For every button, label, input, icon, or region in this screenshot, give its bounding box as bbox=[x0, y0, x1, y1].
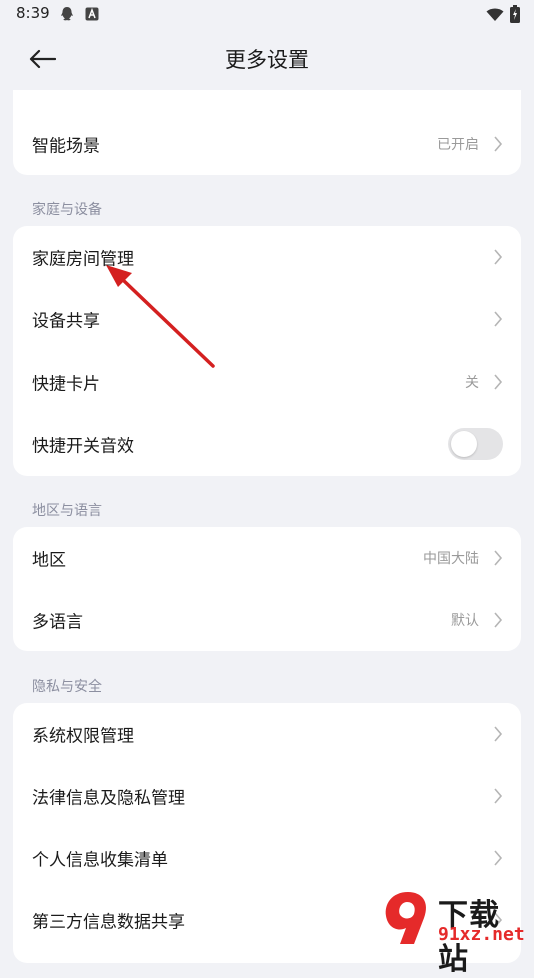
card-home-devices: 家庭房间管理 设备共享 快捷卡片 关 快捷开关音效 bbox=[13, 226, 521, 476]
row-label: 家庭房间管理 bbox=[32, 249, 134, 270]
row-label: 法律信息及隐私管理 bbox=[32, 788, 185, 809]
row-label: 快捷开关音效 bbox=[32, 436, 134, 457]
qq-icon bbox=[60, 6, 74, 26]
section-title-home: 家庭与设备 bbox=[32, 202, 102, 218]
chevron-right-icon bbox=[494, 726, 503, 742]
chevron-right-icon bbox=[494, 788, 503, 804]
wifi-icon bbox=[486, 7, 504, 26]
quick-switch-sound-toggle[interactable] bbox=[448, 428, 503, 460]
row-region[interactable]: 地区 中国大陆 bbox=[13, 527, 521, 589]
watermark-text-bottom: 91xz.net bbox=[438, 924, 525, 945]
row-personal-info-list[interactable]: 个人信息收集清单 bbox=[13, 827, 521, 889]
section-title-privacy: 隐私与安全 bbox=[32, 679, 102, 695]
section-title-region: 地区与语言 bbox=[32, 503, 102, 519]
row-language[interactable]: 多语言 默认 bbox=[13, 589, 521, 651]
page-title: 更多设置 bbox=[225, 48, 309, 72]
row-value: 中国大陆 bbox=[423, 551, 479, 567]
status-bar: 8:39 bbox=[0, 0, 534, 28]
row-value: 已开启 bbox=[437, 137, 479, 153]
app-header: 更多设置 bbox=[0, 28, 534, 90]
chevron-right-icon bbox=[494, 374, 503, 390]
row-home-room-management[interactable]: 家庭房间管理 bbox=[13, 226, 521, 288]
row-value: 默认 bbox=[451, 613, 479, 629]
toggle-knob bbox=[451, 431, 477, 457]
row-label: 第三方信息数据共享 bbox=[32, 912, 185, 933]
row-smart-scene[interactable]: 智能场景 已开启 bbox=[13, 113, 521, 175]
status-right-group bbox=[486, 5, 520, 27]
card-region-language: 地区 中国大陆 多语言 默认 bbox=[13, 527, 521, 651]
row-label: 个人信息收集清单 bbox=[32, 850, 168, 871]
chevron-right-icon bbox=[494, 311, 503, 327]
row-label: 智能场景 bbox=[32, 136, 100, 157]
chevron-right-icon bbox=[494, 612, 503, 628]
chevron-right-icon bbox=[494, 136, 503, 152]
row-label: 设备共享 bbox=[32, 311, 100, 332]
a-badge-icon bbox=[85, 6, 99, 25]
row-value: 关 bbox=[465, 375, 479, 391]
row-label: 系统权限管理 bbox=[32, 726, 134, 747]
chevron-right-icon bbox=[494, 850, 503, 866]
chevron-right-icon bbox=[494, 550, 503, 566]
row-quick-switch-sound: 快捷开关音效 bbox=[13, 413, 521, 475]
status-time: 8:39 bbox=[16, 4, 50, 22]
site-watermark: 下载站 91xz.net bbox=[380, 888, 530, 977]
battery-icon bbox=[510, 5, 520, 27]
row-device-sharing[interactable]: 设备共享 bbox=[13, 288, 521, 350]
row-label: 快捷卡片 bbox=[32, 374, 100, 395]
row-system-permissions[interactable]: 系统权限管理 bbox=[13, 703, 521, 765]
row-quick-cards[interactable]: 快捷卡片 关 bbox=[13, 351, 521, 413]
chevron-right-icon bbox=[494, 249, 503, 265]
watermark-logo-icon bbox=[385, 892, 427, 944]
row-label: 地区 bbox=[32, 550, 66, 571]
row-label: 多语言 bbox=[32, 612, 83, 633]
row-legal-privacy[interactable]: 法律信息及隐私管理 bbox=[13, 765, 521, 827]
